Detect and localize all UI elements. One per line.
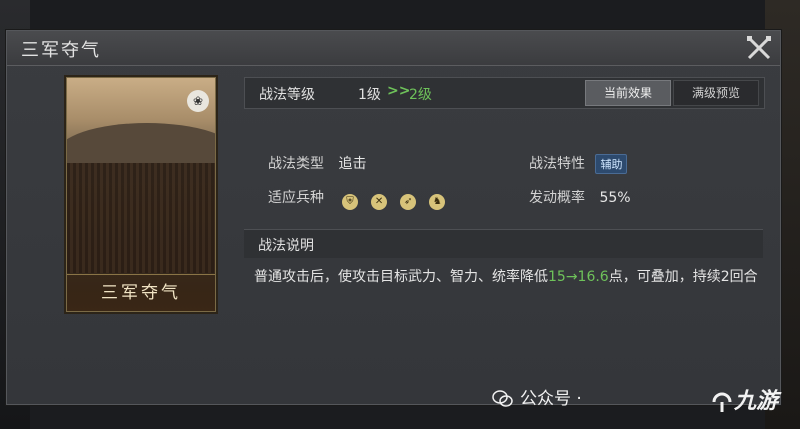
card-name: 三军夺气 [101, 283, 181, 303]
horse-icon[interactable]: ♞ [429, 194, 446, 210]
panel-titlebar: 三军夺气 [7, 31, 780, 66]
tab-max-preview[interactable]: 满级预览 [673, 80, 759, 106]
skill-panel: 三军夺气 ❀ 三军夺气 战法等级 1级 >> 2级 当前效果 满级预览 战法类型 [6, 30, 781, 405]
level-to: 2级 [409, 87, 432, 103]
attr-trait: 战法特性 辅助 [529, 153, 628, 174]
spear-icon[interactable]: ➶ [400, 194, 417, 210]
level-row: 战法等级 1级 >> 2级 当前效果 满级预览 [244, 77, 765, 109]
shield-icon[interactable]: ⛨ [342, 194, 358, 210]
description-value: 15→16.6 [548, 269, 609, 285]
close-button[interactable] [744, 33, 774, 63]
card-art-army [67, 163, 215, 273]
attr-trait-label: 战法特性 [529, 156, 585, 172]
level-arrow-icon: >> [387, 83, 411, 99]
attr-chance-label: 发动概率 [529, 190, 585, 206]
troop-icons: ⛨ ✕ ➶ ♞ [342, 189, 453, 210]
description-text: 普通攻击后，使攻击目标武力、智力、统率降低15→16.6点，可叠加，持续2回合 [254, 267, 764, 287]
skill-info: 战法等级 1级 >> 2级 当前效果 满级预览 战法类型 追击 战法特性 辅助 … [244, 77, 765, 327]
attr-chance: 发动概率 55% [529, 187, 631, 207]
close-icon [747, 36, 771, 60]
description-text-pre: 普通攻击后，使攻击目标武力、智力、统率降低 [254, 269, 548, 285]
logo-text: 九游 [734, 389, 779, 414]
attr-type-label: 战法类型 [268, 156, 324, 172]
attr-chance-value: 55% [599, 190, 631, 206]
attr-troops-label: 适应兵种 [268, 190, 324, 206]
crossbow-icon[interactable]: ✕ [371, 194, 388, 210]
tab-current-effect[interactable]: 当前效果 [585, 80, 671, 106]
description-heading: 战法说明 [258, 238, 314, 254]
description-header: 战法说明 [244, 229, 763, 258]
attr-type-value: 追击 [338, 156, 367, 172]
skill-card: ❀ 三军夺气 [66, 77, 216, 312]
level-label: 战法等级 [259, 87, 315, 103]
panel-title: 三军夺气 [21, 40, 101, 61]
brand-logo: 九游 [710, 383, 778, 415]
description-text-post: 点，可叠加，持续2回合 [608, 269, 758, 285]
watermark: 公众号 · [492, 384, 582, 409]
logo-icon [712, 392, 732, 412]
trait-badge: 辅助 [595, 154, 628, 174]
watermark-text: 公众号 · [520, 389, 582, 409]
attr-troops: 适应兵种 [268, 187, 324, 207]
card-seal-icon: ❀ [187, 90, 209, 112]
attr-type: 战法类型 追击 [268, 153, 366, 173]
level-from: 1级 [358, 87, 381, 103]
wechat-icon [492, 390, 513, 407]
